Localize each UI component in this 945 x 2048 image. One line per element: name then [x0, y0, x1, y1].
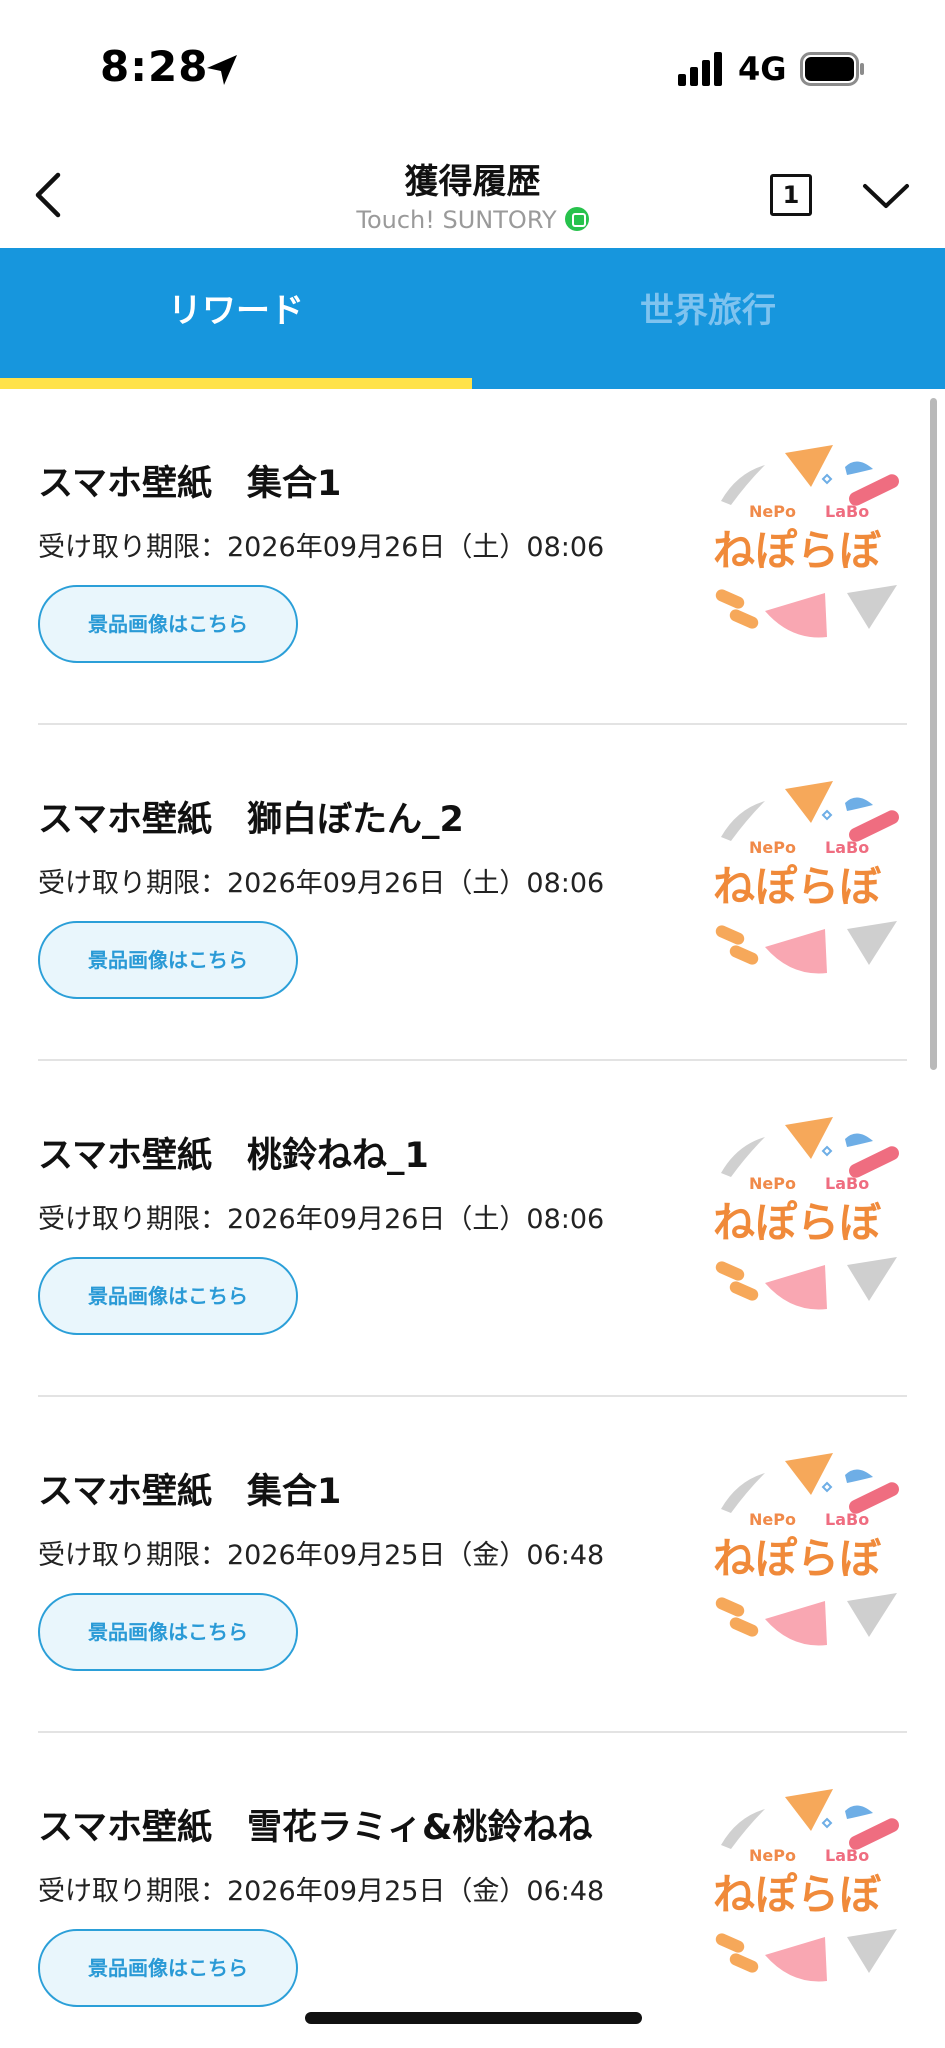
reward-card: スマホ壁紙 雪花ラミィ&桃鈴ねね 受け取り期限：2026年09月25日（金）06… [38, 1733, 907, 2048]
tab-rewards[interactable]: リワード [0, 248, 472, 389]
reward-title: スマホ壁紙 桃鈴ねね_1 [38, 1136, 429, 1176]
nepolabo-logo-icon: NePo LaBo ねぽらぼ [712, 1117, 899, 1310]
scrollbar[interactable] [930, 398, 937, 1070]
status-time: 8:28 [100, 42, 209, 91]
tab-count-button[interactable]: 1 [770, 174, 812, 216]
prize-image-button[interactable]: 景品画像はこちら [38, 921, 298, 999]
svg-text:LaBo: LaBo [825, 1510, 869, 1529]
svg-text:LaBo: LaBo [825, 502, 869, 521]
prize-image-button[interactable]: 景品画像はこちら [38, 1593, 298, 1671]
svg-text:NePo: NePo [749, 502, 796, 521]
svg-text:ねぽらぼ: ねぽらぼ [713, 1870, 882, 1919]
home-indicator[interactable] [305, 2012, 642, 2024]
reward-deadline: 受け取り期限：2026年09月25日（金）06:48 [38, 1876, 605, 1907]
reward-title: スマホ壁紙 集合1 [38, 464, 342, 504]
account-name: Touch! SUNTORY [356, 206, 557, 234]
location-arrow-icon [207, 55, 237, 85]
svg-text:NePo: NePo [749, 838, 796, 857]
network-type-label: 4G [738, 50, 787, 88]
reward-thumbnail[interactable]: NePo LaBo ねぽらぼ [707, 779, 907, 979]
svg-text:NePo: NePo [749, 1846, 796, 1865]
tab-bar: リワード 世界旅行 [0, 248, 945, 389]
prize-image-button[interactable]: 景品画像はこちら [38, 1929, 298, 2007]
reward-card: スマホ壁紙 桃鈴ねね_1 受け取り期限：2026年09月26日（土）08:06 … [38, 1061, 907, 1397]
svg-text:NePo: NePo [749, 1510, 796, 1529]
reward-deadline: 受け取り期限：2026年09月26日（土）08:06 [38, 1204, 605, 1235]
reward-list: スマホ壁紙 集合1 受け取り期限：2026年09月26日（土）08:06 景品画… [0, 389, 945, 2048]
reward-title: スマホ壁紙 集合1 [38, 1472, 342, 1512]
svg-text:ねぽらぼ: ねぽらぼ [713, 862, 882, 911]
reward-thumbnail[interactable]: NePo LaBo ねぽらぼ [707, 1787, 907, 1987]
prize-image-button[interactable]: 景品画像はこちら [38, 1257, 298, 1335]
reward-card: スマホ壁紙 集合1 受け取り期限：2026年09月26日（土）08:06 景品画… [38, 389, 907, 725]
reward-thumbnail[interactable]: NePo LaBo ねぽらぼ [707, 1115, 907, 1315]
nepolabo-logo-icon: NePo LaBo ねぽらぼ [712, 445, 899, 638]
svg-text:LaBo: LaBo [825, 838, 869, 857]
svg-text:ねぽらぼ: ねぽらぼ [713, 1534, 882, 1583]
svg-text:ねぽらぼ: ねぽらぼ [713, 1198, 882, 1247]
reward-deadline: 受け取り期限：2026年09月25日（金）06:48 [38, 1540, 605, 1571]
active-tab-indicator [0, 378, 472, 389]
svg-text:NePo: NePo [749, 1174, 796, 1193]
nepolabo-logo-icon: NePo LaBo ねぽらぼ [712, 781, 899, 974]
reward-thumbnail[interactable]: NePo LaBo ねぽらぼ [707, 1451, 907, 1651]
verified-badge-icon [564, 207, 589, 231]
status-bar: 8:28 4G [0, 0, 945, 140]
svg-text:LaBo: LaBo [825, 1174, 869, 1193]
cellular-signal-icon [678, 52, 722, 86]
reward-deadline: 受け取り期限：2026年09月26日（土）08:06 [38, 868, 605, 899]
reward-card: スマホ壁紙 獅白ぼたん_2 受け取り期限：2026年09月26日（土）08:06… [38, 725, 907, 1061]
reward-thumbnail[interactable]: NePo LaBo ねぽらぼ [707, 443, 907, 643]
svg-text:LaBo: LaBo [825, 1846, 869, 1865]
svg-text:ねぽらぼ: ねぽらぼ [713, 526, 882, 575]
prize-image-button[interactable]: 景品画像はこちら [38, 585, 298, 663]
reward-title: スマホ壁紙 獅白ぼたん_2 [38, 800, 464, 840]
reward-card: スマホ壁紙 集合1 受け取り期限：2026年09月25日（金）06:48 景品画… [38, 1397, 907, 1733]
nepolabo-logo-icon: NePo LaBo ねぽらぼ [712, 1789, 899, 1982]
reward-title: スマホ壁紙 雪花ラミィ&桃鈴ねね [38, 1808, 593, 1848]
tab-world-travel[interactable]: 世界旅行 [472, 248, 944, 389]
nepolabo-logo-icon: NePo LaBo ねぽらぼ [712, 1453, 899, 1646]
battery-icon [800, 52, 864, 86]
reward-deadline: 受け取り期限：2026年09月26日（土）08:06 [38, 532, 605, 563]
chevron-down-icon[interactable] [860, 176, 912, 216]
app-header: 獲得履歴 Touch! SUNTORY 1 [0, 140, 945, 248]
